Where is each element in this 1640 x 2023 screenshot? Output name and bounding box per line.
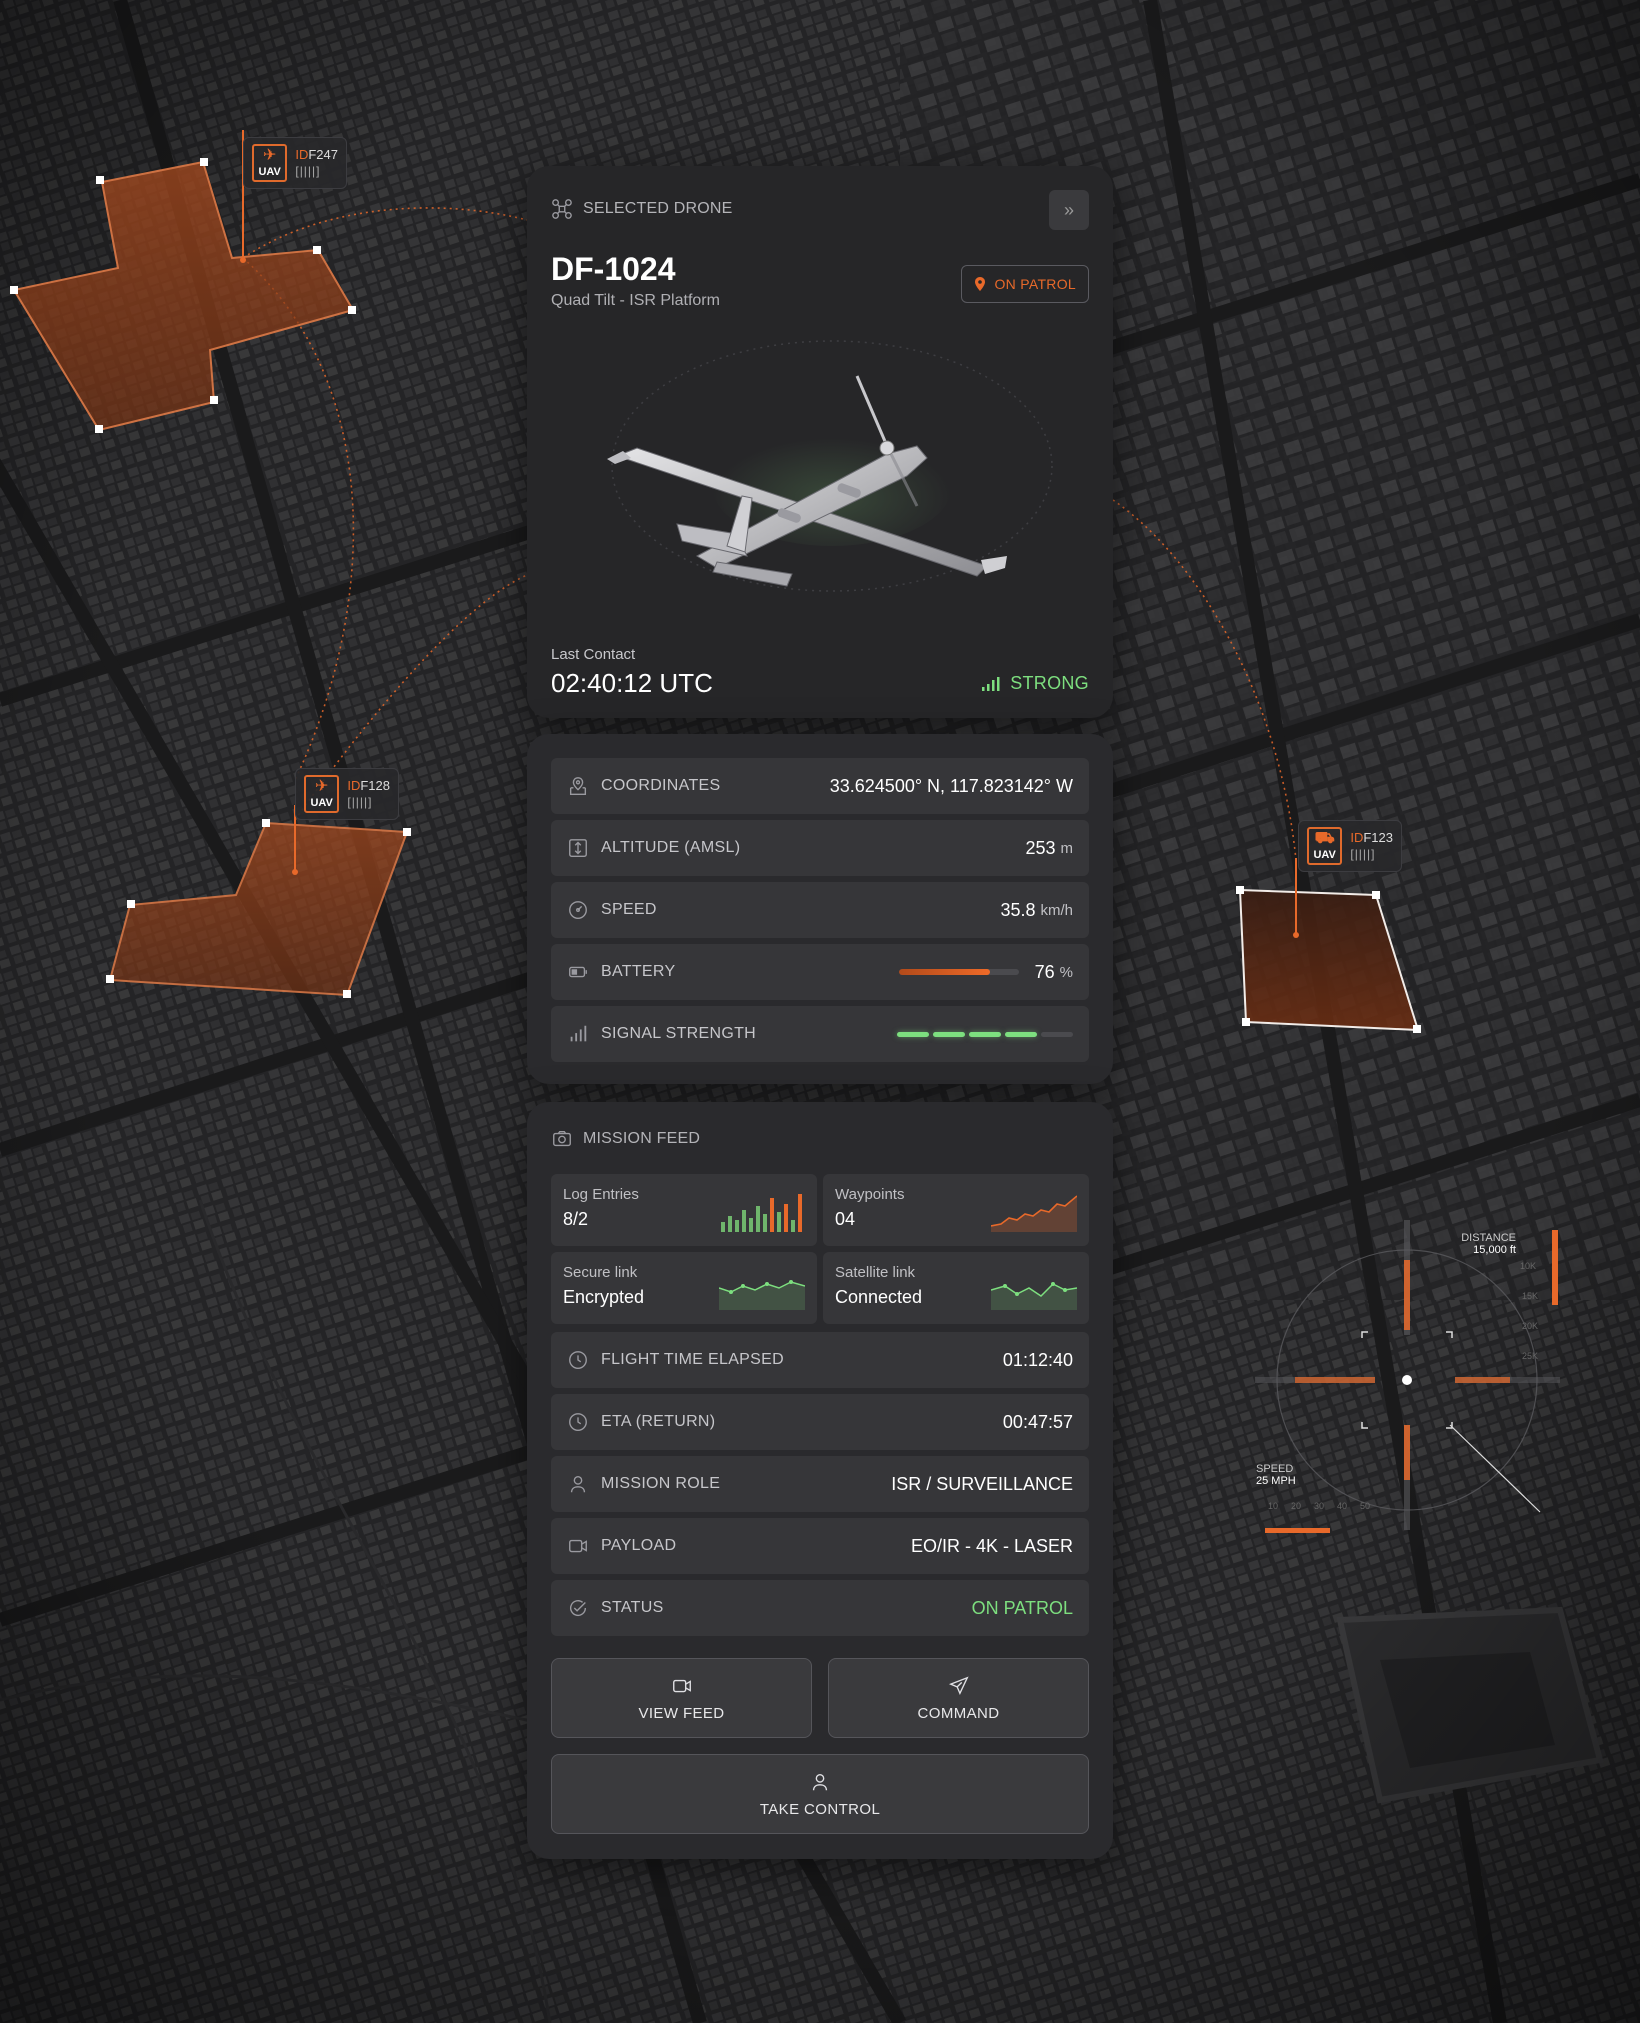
signal-strength-row: SIGNAL STRENGTH — [551, 1006, 1089, 1062]
satellite-link-sparkline — [991, 1282, 1077, 1310]
expand-button[interactable]: » — [1049, 190, 1089, 230]
signal-bar — [933, 1031, 965, 1037]
view-feed-button[interactable]: VIEW FEED — [551, 1658, 812, 1738]
clock-icon — [569, 1351, 587, 1369]
drone-subtitle: Quad Tilt - ISR Platform — [551, 292, 720, 309]
panel-title: MISSION FEED — [583, 1130, 701, 1147]
signal-icon — [570, 1025, 587, 1042]
uav-tag-f128[interactable]: ✈ UAV IDF128 [||||] — [295, 768, 399, 820]
clock-icon — [569, 1413, 587, 1431]
flight-time-row: FLIGHT TIME ELAPSED 01:12:40 — [551, 1332, 1089, 1388]
vehicle-icon: ⛟ UAV — [1307, 827, 1343, 865]
uav-tag-f247[interactable]: ✈ UAV IDF247 [||||] — [243, 137, 347, 189]
panel-header: SELECTED DRONE — [551, 198, 733, 220]
battery-icon — [569, 966, 587, 978]
status-badge: ON PATROL — [961, 265, 1089, 303]
hud-speed-tick: 50 — [1360, 1501, 1371, 1511]
secure-link-sparkline — [719, 1280, 805, 1310]
waypoints-sparkline — [991, 1195, 1077, 1232]
uav-tag-f123[interactable]: ⛟ UAV IDF123 [||||] — [1298, 820, 1402, 872]
hud-speed-tick: 20 — [1291, 1501, 1302, 1511]
coordinates-row: COORDINATES 33.624500° N, 117.823142° W — [551, 758, 1089, 814]
log-bars-sparkline — [721, 1194, 802, 1232]
altitude-row: ALTITUDE (AMSL) 253 m — [551, 820, 1089, 876]
location-pin-icon — [975, 277, 986, 291]
satellite-link-tile[interactable]: Satellite link Connected — [823, 1252, 1089, 1324]
drone-name: DF-1024 — [551, 251, 676, 287]
uav-id-label: IDF128 [||||] — [347, 778, 390, 809]
video-camera-icon — [672, 1679, 691, 1692]
take-control-button[interactable]: TAKE CONTROL — [551, 1754, 1089, 1834]
hud-alt-tick: 15K — [1522, 1291, 1539, 1301]
user-icon — [812, 1773, 828, 1790]
location-icon — [569, 777, 587, 795]
waypoints-tile[interactable]: Waypoints 04 — [823, 1174, 1089, 1246]
airplane-icon: ✈ UAV — [252, 144, 288, 182]
mission-role-row: MISSION ROLE ISR / SURVEILLANCE — [551, 1456, 1089, 1512]
signal-bar — [1041, 1031, 1073, 1037]
panel-title: SELECTED DRONE — [583, 200, 733, 217]
last-contact-label: Last Contact — [551, 646, 636, 663]
last-contact-time: 02:40:12 UTC — [551, 668, 713, 698]
user-icon — [570, 1475, 586, 1493]
hud-alt-tick: 10K — [1520, 1261, 1537, 1271]
signal-bar — [897, 1031, 929, 1037]
hud-speed: SPEED 25 MPH — [1256, 1463, 1296, 1488]
panel-header: MISSION FEED — [551, 1128, 700, 1150]
altitude-icon — [569, 839, 587, 857]
uav-id-label: IDF123 [||||] — [1350, 830, 1393, 861]
hud-alt-tick: 20K — [1522, 1321, 1539, 1331]
eta-return-row: ETA (RETURN) 00:47:57 — [551, 1394, 1089, 1450]
drone-3d-model[interactable] — [587, 336, 1057, 596]
chevrons-right-icon: » — [1063, 199, 1074, 220]
hud-distance: DISTANCE 15,000 ft — [1461, 1232, 1516, 1257]
command-button[interactable]: COMMAND — [828, 1658, 1089, 1738]
signal-quality: STRONG — [982, 673, 1089, 694]
send-icon — [948, 1675, 969, 1695]
speedometer-icon — [569, 901, 587, 919]
secure-link-tile[interactable]: Secure link Encrypted — [551, 1252, 817, 1324]
hud-speed-tick: 40 — [1337, 1501, 1348, 1511]
payload-row: PAYLOAD EO/IR - 4K - LASER — [551, 1518, 1089, 1574]
signal-bar — [1005, 1031, 1037, 1037]
battery-level-bar — [898, 969, 1019, 975]
selected-drone-panel: SELECTED DRONE » DF-1024 Quad Tilt - ISR… — [527, 166, 1113, 718]
speed-row: SPEED 35.8 km/h — [551, 882, 1089, 938]
camera-icon — [553, 1130, 571, 1147]
signal-bar — [969, 1031, 1001, 1037]
status-icon — [570, 1600, 587, 1617]
hud-speed-tick: 10 — [1268, 1501, 1279, 1511]
telemetry-panel: COORDINATES 33.624500° N, 117.823142° W … — [527, 734, 1113, 1084]
mission-feed-panel: MISSION FEED Log Entries 8/2 Waypoints 0… — [527, 1102, 1113, 1859]
signal-bars-icon — [982, 676, 1000, 691]
drone-icon — [552, 199, 572, 219]
signal-level-bars — [897, 1031, 1073, 1037]
log-entries-tile[interactable]: Log Entries 8/2 — [551, 1174, 817, 1246]
uav-id-label: IDF247 [||||] — [295, 147, 338, 178]
hud-alt-tick: 25K — [1522, 1351, 1539, 1361]
hud-speed-tick: 30 — [1314, 1501, 1325, 1511]
airplane-icon: ✈ UAV — [304, 775, 340, 813]
status-row: STATUS ON PATROL — [551, 1580, 1089, 1636]
video-camera-icon — [569, 1539, 587, 1553]
battery-row: BATTERY 76% — [551, 944, 1089, 1000]
